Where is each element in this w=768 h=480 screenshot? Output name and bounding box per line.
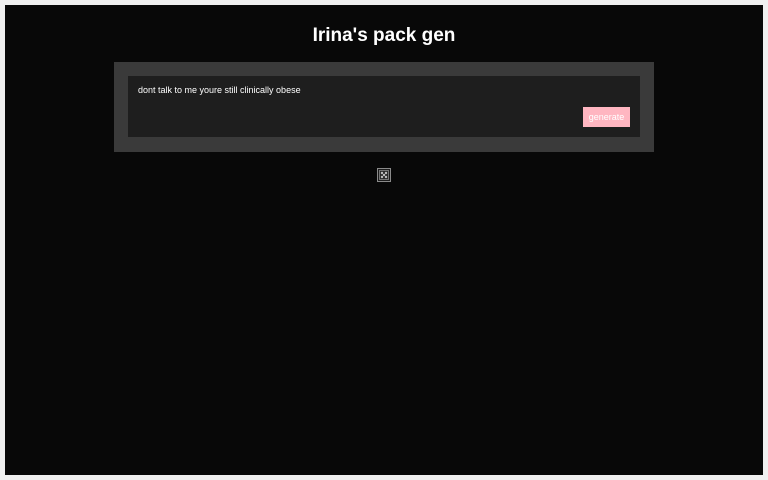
page-background: Irina's pack gen dont talk to me youre s… (5, 5, 763, 475)
page-title: Irina's pack gen (312, 25, 456, 46)
generated-text: dont talk to me youre still clinically o… (138, 85, 301, 95)
output-box: dont talk to me youre still clinically o… (128, 76, 640, 137)
generate-button[interactable]: generate (583, 107, 630, 127)
generator-panel: dont talk to me youre still clinically o… (114, 62, 654, 152)
dice-icon[interactable] (377, 168, 391, 182)
